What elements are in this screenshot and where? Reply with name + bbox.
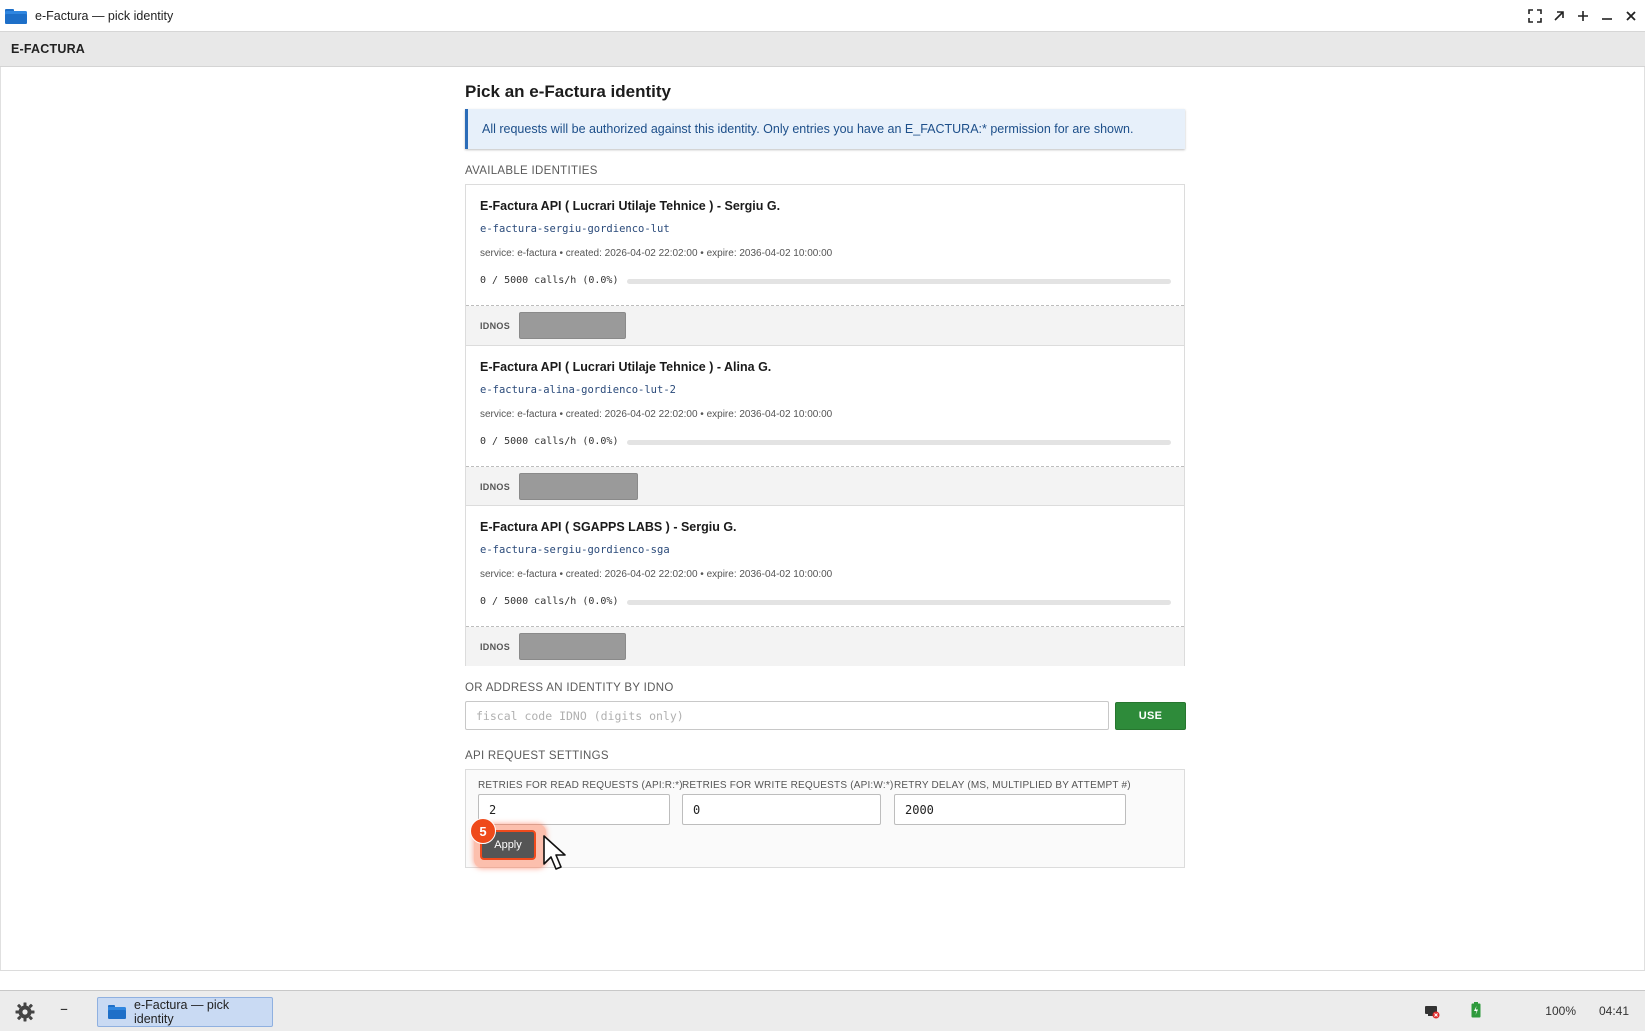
usage-progress-bar	[627, 600, 1171, 605]
identity-name: E-Factura API ( SGAPPS LABS ) - Sergiu G…	[480, 520, 737, 534]
minimize-all-icon[interactable]: –	[60, 999, 68, 1018]
idnos-label: IDNOS	[480, 320, 511, 331]
taskbar-task[interactable]: e-Factura — pick identity	[97, 997, 273, 1027]
api-settings-panel: RETRIES FOR READ REQUESTS (API:R:*) RETR…	[465, 769, 1185, 870]
battery-icon[interactable]	[1471, 1002, 1481, 1018]
folder-icon	[5, 8, 27, 24]
identity-card[interactable]: E-Factura API ( SGAPPS LABS ) - Sergiu G…	[466, 505, 1184, 666]
page-title: Pick an e-Factura identity	[465, 82, 671, 101]
mouse-cursor-icon	[543, 835, 566, 870]
battery-percent: 100%	[1545, 1004, 1576, 1018]
retry-delay-label: RETRY DELAY (MS, MULTIPLIED BY ATTEMPT #…	[894, 780, 1131, 791]
restore-icon[interactable]	[1551, 8, 1567, 24]
identity-meta: service: e-factura • created: 2026-04-02…	[480, 248, 833, 259]
identity-card[interactable]: E-Factura API ( Lucrari Utilaje Tehnice …	[466, 185, 1184, 345]
retry-delay-input[interactable]	[894, 794, 1126, 825]
minimize-icon[interactable]	[1599, 8, 1615, 24]
folder-icon	[108, 1005, 126, 1019]
idno-chip-redacted[interactable]	[519, 312, 627, 339]
idno-chip-redacted[interactable]	[519, 473, 639, 500]
idnos-row: IDNOS	[466, 306, 1184, 345]
idno-address-label: OR ADDRESS AN IDENTITY BY IDNO	[465, 682, 674, 694]
idno-input[interactable]	[465, 701, 1109, 730]
identity-usage: 0 / 5000 calls/h (0.0%)	[480, 596, 619, 607]
idnos-label: IDNOS	[480, 481, 511, 492]
idnos-label: IDNOS	[480, 641, 511, 652]
identity-card[interactable]: E-Factura API ( Lucrari Utilaje Tehnice …	[466, 345, 1184, 506]
identity-slug: e-factura-alina-gordienco-lut-2	[480, 384, 676, 396]
main-area: Pick an e-Factura identity All requests …	[0, 67, 1645, 970]
read-retries-label: RETRIES FOR READ REQUESTS (API:R:*)	[478, 780, 683, 791]
identity-card-body[interactable]: E-Factura API ( SGAPPS LABS ) - Sergiu G…	[466, 506, 1184, 627]
info-banner: All requests will be authorized against …	[465, 109, 1185, 149]
gear-icon[interactable]	[14, 1001, 36, 1023]
identity-usage: 0 / 5000 calls/h (0.0%)	[480, 275, 619, 286]
fullscreen-icon[interactable]	[1527, 8, 1543, 24]
identity-usage: 0 / 5000 calls/h (0.0%)	[480, 436, 619, 447]
idno-chip-redacted[interactable]	[519, 633, 627, 660]
read-retries-input[interactable]	[478, 794, 670, 825]
identity-meta: service: e-factura • created: 2026-04-02…	[480, 409, 833, 420]
window-titlebar: e-Factura — pick identity	[0, 0, 1645, 32]
plus-icon[interactable]	[1575, 8, 1591, 24]
usage-progress-bar	[627, 279, 1171, 284]
app-header: E-FACTURA	[0, 32, 1645, 67]
api-settings-label: API REQUEST SETTINGS	[465, 750, 609, 762]
identity-card-body[interactable]: E-Factura API ( Lucrari Utilaje Tehnice …	[466, 346, 1184, 467]
identity-name: E-Factura API ( Lucrari Utilaje Tehnice …	[480, 199, 781, 213]
available-identities-label: AVAILABLE IDENTITIES	[465, 165, 598, 177]
taskbar-task-label: e-Factura — pick identity	[134, 998, 230, 1026]
idnos-row: IDNOS	[466, 627, 1184, 666]
identity-card-body[interactable]: E-Factura API ( Lucrari Utilaje Tehnice …	[466, 185, 1184, 306]
step-badge: 5	[470, 818, 496, 844]
close-icon[interactable]	[1623, 8, 1639, 24]
usage-progress-bar	[627, 440, 1171, 445]
identity-slug: e-factura-sergiu-gordienco-lut	[480, 223, 670, 235]
identity-list: E-Factura API ( Lucrari Utilaje Tehnice …	[465, 184, 1185, 666]
identity-slug: e-factura-sergiu-gordienco-sga	[480, 544, 670, 556]
identity-name: E-Factura API ( Lucrari Utilaje Tehnice …	[480, 360, 772, 374]
idnos-row: IDNOS	[466, 467, 1184, 506]
taskbar: – e-Factura — pick identity 100% 04:41	[0, 991, 1645, 1031]
app-brand: E-FACTURA	[11, 42, 86, 56]
clock[interactable]: 04:41	[1599, 1004, 1629, 1018]
write-retries-input[interactable]	[682, 794, 881, 825]
status-strip	[0, 970, 1645, 991]
write-retries-label: RETRIES FOR WRITE REQUESTS (API:W:*)	[682, 780, 894, 791]
window-controls	[1527, 0, 1639, 32]
identity-meta: service: e-factura • created: 2026-04-02…	[480, 569, 833, 580]
window-title: e-Factura — pick identity	[35, 8, 174, 23]
info-text: All requests will be authorized against …	[482, 122, 1134, 136]
network-disconnected-icon[interactable]	[1424, 1003, 1440, 1019]
use-button[interactable]: USE	[1115, 702, 1186, 730]
